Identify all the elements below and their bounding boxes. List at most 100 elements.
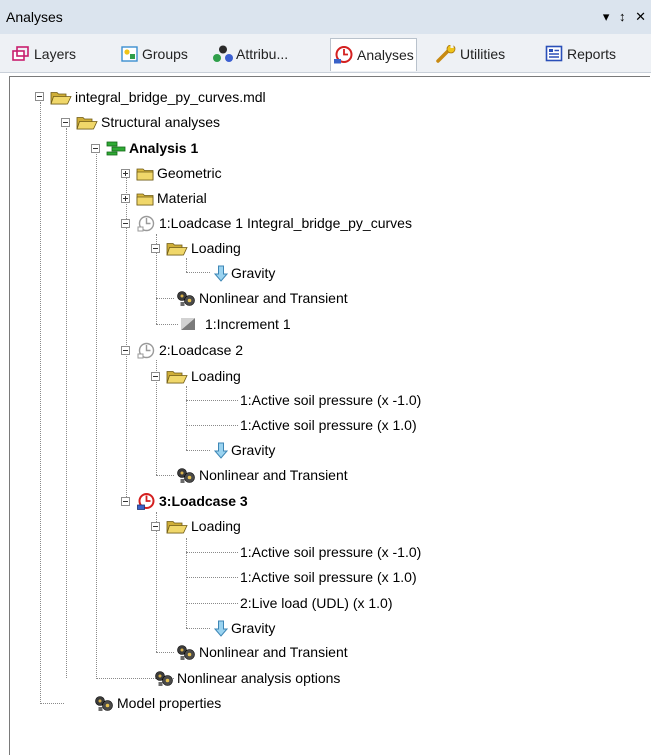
loadcase2-label: 2:Loadcase 2 xyxy=(159,342,244,358)
tab-reports[interactable]: Reports xyxy=(545,43,616,65)
lc3-soil-neg-label: 1:Active soil pressure (x -1.0) xyxy=(240,544,422,560)
gears-icon xyxy=(176,644,196,661)
gears-icon xyxy=(94,695,114,712)
attributes-icon xyxy=(213,45,233,62)
layers-icon xyxy=(12,46,29,61)
folder-icon xyxy=(136,191,154,206)
collapse-loading3-toggle[interactable] xyxy=(151,522,160,531)
groups-icon xyxy=(121,46,138,62)
gravity1-label: Gravity xyxy=(231,265,276,281)
tab-attributes[interactable]: Attribu... xyxy=(212,43,288,65)
lc3-live-load-label: 2:Live load (UDL) (x 1.0) xyxy=(240,595,393,611)
tab-attributes-label: Attribu... xyxy=(236,46,289,62)
lc2-soil-neg-label: 1:Active soil pressure (x -1.0) xyxy=(240,392,422,408)
tree-node-loading1[interactable]: Loading xyxy=(166,238,241,258)
folder-open-icon xyxy=(76,115,98,130)
tree-node-nonlinear1[interactable]: Nonlinear and Transient xyxy=(176,288,348,308)
expand-material-toggle[interactable] xyxy=(121,194,130,203)
collapse-loading2-toggle[interactable] xyxy=(151,372,160,381)
panel-titlebar: Analyses ▾ ↕ ✕ xyxy=(0,0,651,34)
tree-node-model-properties[interactable]: Model properties xyxy=(94,693,221,713)
gravity3-label: Gravity xyxy=(231,620,276,636)
clock-icon xyxy=(334,46,353,64)
tab-utilities-label: Utilities xyxy=(460,46,506,62)
gears-icon xyxy=(154,670,174,687)
tree-node-loading3[interactable]: Loading xyxy=(166,516,241,536)
tree-node-lc2-soil-neg[interactable]: 1:Active soil pressure (x -1.0) xyxy=(240,390,421,410)
collapse-model-toggle[interactable] xyxy=(35,92,44,101)
folder-open-icon xyxy=(166,241,188,256)
tree-node-loadcase3[interactable]: 3:Loadcase 3 xyxy=(136,491,248,511)
material-label: Material xyxy=(157,190,207,206)
tab-utilities[interactable]: Utilities xyxy=(436,43,505,65)
loadcase-active-icon xyxy=(136,491,156,511)
tab-analyses[interactable]: Analyses xyxy=(330,38,417,71)
tab-analyses-label: Analyses xyxy=(357,47,414,63)
panel-title: Analyses xyxy=(6,9,63,25)
folder-open-icon xyxy=(50,90,72,105)
lc3-soil-pos-label: 1:Active soil pressure (x 1.0) xyxy=(240,569,417,585)
tree-node-geometric[interactable]: Geometric xyxy=(136,163,222,183)
tree-node-gravity3[interactable]: Gravity xyxy=(214,618,275,638)
loading3-label: Loading xyxy=(191,518,241,534)
panel-window-controls[interactable]: ▾ ↕ ✕ xyxy=(603,9,649,25)
model-file-label: integral_bridge_py_curves.mdl xyxy=(75,89,266,105)
tree-node-nonlinear3[interactable]: Nonlinear and Transient xyxy=(176,642,348,662)
reports-icon xyxy=(545,45,563,62)
tree-node-gravity1[interactable]: Gravity xyxy=(214,263,275,283)
tab-strip: Layers Groups Attribu... Analyses Utilit… xyxy=(0,34,651,73)
arrow-down-icon xyxy=(214,620,228,637)
structural-analyses-label: Structural analyses xyxy=(101,114,221,130)
tree-node-nonlinear2[interactable]: Nonlinear and Transient xyxy=(176,465,348,485)
tree-node-loadcase1[interactable]: 1:Loadcase 1 Integral_bridge_py_curves xyxy=(136,213,412,233)
collapse-loading1-toggle[interactable] xyxy=(151,244,160,253)
tree-node-lc3-soil-neg[interactable]: 1:Active soil pressure (x -1.0) xyxy=(240,542,421,562)
loadcase1-label: 1:Loadcase 1 Integral_bridge_py_curves xyxy=(159,215,412,231)
tab-groups[interactable]: Groups xyxy=(120,43,188,65)
gravity2-label: Gravity xyxy=(231,442,276,458)
loading2-label: Loading xyxy=(191,368,241,384)
tab-layers-label: Layers xyxy=(34,46,77,62)
collapse-loadcase1-toggle[interactable] xyxy=(121,219,130,228)
folder-open-icon xyxy=(166,369,188,384)
nonlinear2-label: Nonlinear and Transient xyxy=(199,467,348,483)
loadcase-icon xyxy=(136,213,156,233)
tree-node-material[interactable]: Material xyxy=(136,188,207,208)
tab-layers[interactable]: Layers xyxy=(12,43,76,65)
tree-node-gravity2[interactable]: Gravity xyxy=(214,440,275,460)
nonlinear1-label: Nonlinear and Transient xyxy=(199,290,348,306)
arrow-down-icon xyxy=(214,265,228,282)
tab-reports-label: Reports xyxy=(567,46,617,62)
tree-node-lc3-live-load[interactable]: 2:Live load (UDL) (x 1.0) xyxy=(240,593,393,613)
model-properties-label: Model properties xyxy=(117,695,222,711)
tab-groups-label: Groups xyxy=(142,46,188,62)
collapse-loadcase3-toggle[interactable] xyxy=(121,497,130,506)
collapse-loadcase2-toggle[interactable] xyxy=(121,346,130,355)
arrow-down-icon xyxy=(214,442,228,459)
gears-icon xyxy=(176,467,196,484)
tree-node-loadcase2[interactable]: 2:Loadcase 2 xyxy=(136,340,243,360)
tree-node-nonlinear-options[interactable]: Nonlinear analysis options xyxy=(154,668,340,688)
folder-icon xyxy=(136,166,154,181)
tree-node-structural-analyses[interactable]: Structural analyses xyxy=(76,112,220,132)
tree-node-lc3-soil-pos[interactable]: 1:Active soil pressure (x 1.0) xyxy=(240,567,417,587)
increment-icon xyxy=(180,317,196,331)
expand-geometric-toggle[interactable] xyxy=(121,169,130,178)
loadcase3-label: 3:Loadcase 3 xyxy=(159,493,248,509)
analysis1-label: Analysis 1 xyxy=(129,140,199,156)
folder-open-icon xyxy=(166,519,188,534)
lc2-soil-pos-label: 1:Active soil pressure (x 1.0) xyxy=(240,417,417,433)
tree-node-model[interactable]: integral_bridge_py_curves.mdl xyxy=(50,87,266,107)
collapse-structural-analyses-toggle[interactable] xyxy=(61,118,70,127)
tree-node-lc2-soil-pos[interactable]: 1:Active soil pressure (x 1.0) xyxy=(240,415,417,435)
wrench-icon xyxy=(436,45,456,63)
collapse-analysis1-toggle[interactable] xyxy=(91,144,100,153)
tree-node-increment1[interactable]: 1:Increment 1 xyxy=(180,314,291,334)
gears-icon xyxy=(176,290,196,307)
tree-node-analysis1[interactable]: Analysis 1 xyxy=(106,138,198,158)
geometric-label: Geometric xyxy=(157,165,222,181)
increment1-label: 1:Increment 1 xyxy=(205,316,291,332)
tree-node-loading2[interactable]: Loading xyxy=(166,366,241,386)
loading1-label: Loading xyxy=(191,240,241,256)
analysis-icon xyxy=(106,141,126,156)
